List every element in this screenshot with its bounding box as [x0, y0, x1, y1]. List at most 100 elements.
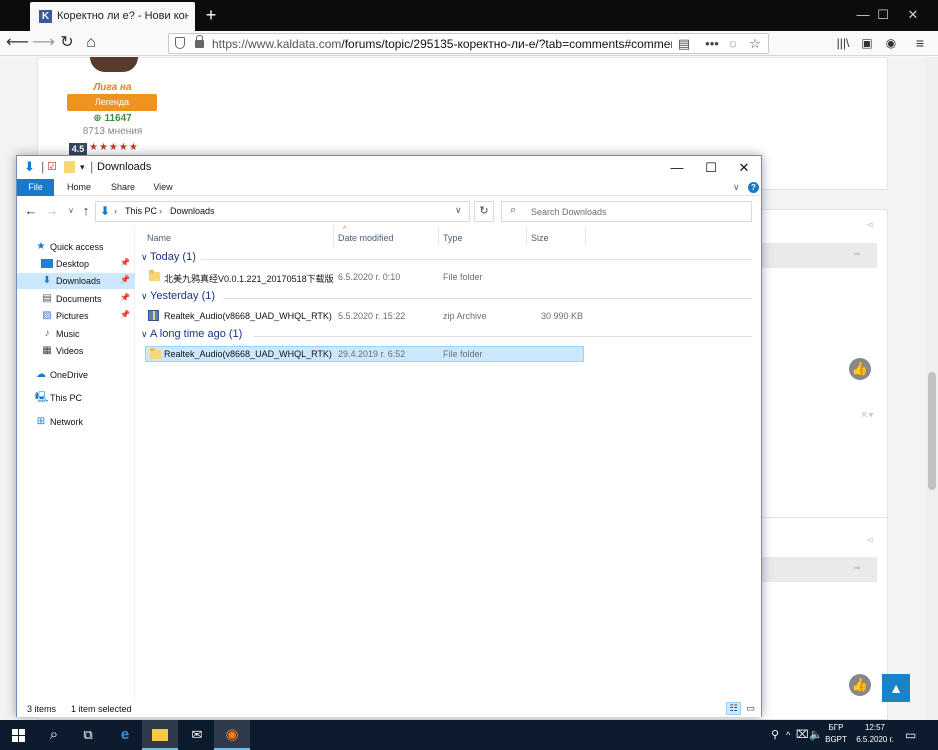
page-scrollbar[interactable]	[926, 57, 938, 720]
group-yesterday[interactable]: ∨ Yesterday (1)	[137, 290, 752, 306]
tab-file[interactable]: File	[17, 179, 54, 196]
column-date[interactable]: Date modified	[338, 233, 394, 243]
back-icon[interactable]: ⟵	[6, 33, 29, 53]
search-box[interactable]: ⌕ Search Downloads	[501, 201, 752, 222]
forward-icon[interactable]: ⟶	[32, 33, 55, 53]
address-bar[interactable]: ⬇ › This PC › Downloads ∨	[95, 201, 470, 222]
tracking-shield-icon[interactable]	[175, 37, 185, 49]
library-icon[interactable]: |||\	[832, 33, 854, 53]
lock-icon[interactable]	[195, 35, 204, 48]
expand-ribbon-icon[interactable]: ∨	[733, 179, 740, 196]
nav-videos[interactable]: ▦ Videos	[17, 343, 135, 359]
pocket-icon[interactable]: ◌	[723, 35, 743, 53]
breadcrumb-sep-icon[interactable]: ›	[159, 206, 162, 216]
sidebar-icon[interactable]: ▣	[856, 33, 878, 53]
mail-icon[interactable]: ✉	[179, 720, 215, 750]
collapse-chevron-icon[interactable]: ∨	[141, 252, 148, 263]
user-avatar[interactable]	[90, 57, 138, 72]
breadcrumb-downloads[interactable]: Downloads	[170, 206, 215, 216]
breadcrumb-this-pc[interactable]: This PC	[125, 206, 157, 216]
pin-icon[interactable]: 📌	[120, 258, 130, 267]
forward-icon[interactable]: →	[44, 203, 60, 219]
scroll-to-top-button[interactable]: ▲	[882, 674, 910, 702]
maximize-icon[interactable]: ☐	[694, 157, 728, 178]
language-indicator[interactable]: БГР BGPT	[823, 722, 849, 746]
address-dropdown-icon[interactable]: ∨	[455, 205, 462, 216]
breadcrumb-sep-icon[interactable]: ›	[114, 206, 117, 216]
column-divider[interactable]	[438, 226, 439, 246]
like-thumbs-icon[interactable]: 👍	[849, 674, 871, 696]
nav-downloads[interactable]: ⬇ Downloads 📌	[17, 273, 135, 289]
properties-check-icon[interactable]: ☑	[47, 160, 57, 174]
close-icon[interactable]: ✕	[727, 157, 761, 178]
clock[interactable]: 12:57 6.5.2020 г.	[854, 722, 896, 746]
tab-home[interactable]: Home	[61, 179, 97, 196]
url-bar[interactable]: https://www.kaldata.com/forums/topic/295…	[168, 33, 769, 54]
pin-icon[interactable]: 📌	[120, 310, 130, 319]
share-icon[interactable]: ⋖	[866, 220, 874, 231]
reload-icon[interactable]: ↻	[56, 33, 78, 53]
new-folder-icon[interactable]	[64, 161, 75, 173]
column-type[interactable]: Type	[443, 233, 463, 243]
show-hidden-icons-icon[interactable]: ^	[786, 730, 790, 740]
column-name[interactable]: Name	[147, 233, 171, 243]
column-divider[interactable]	[526, 226, 527, 246]
up-icon[interactable]: ↑	[78, 203, 94, 219]
nav-desktop[interactable]: Desktop 📌	[17, 256, 135, 272]
reply-arrow-icon[interactable]: ➦	[853, 563, 861, 574]
tab-share[interactable]: Share	[105, 179, 141, 196]
collapse-chevron-icon[interactable]: ∨	[141, 291, 148, 302]
nav-music[interactable]: ♪ Music	[17, 326, 135, 342]
task-view-icon[interactable]: ⧉	[70, 720, 106, 750]
notification-icon[interactable]: ▭	[905, 728, 916, 742]
share-icon[interactable]: ⋖	[866, 535, 874, 546]
column-divider[interactable]	[585, 226, 586, 246]
reply-arrow-icon[interactable]: ➦	[853, 249, 861, 260]
volume-icon[interactable]: 🔈	[809, 728, 823, 741]
file-row[interactable]: 北美九鸦真经V0.0.1.221_20170518下载版 6.5.2020 г.…	[145, 269, 584, 285]
customize-qat-icon[interactable]: ▾	[80, 160, 85, 174]
file-row[interactable]: Realtek_Audio(v8668_UAD_WHQL_RTK) 5.5.20…	[145, 308, 584, 324]
person-icon[interactable]: ⚲	[771, 728, 779, 741]
nav-documents[interactable]: ▤ Documents 📌	[17, 291, 135, 307]
close-icon[interactable]: ✕	[898, 5, 928, 25]
account-icon[interactable]: ◉	[880, 33, 902, 53]
tab-view[interactable]: View	[147, 179, 179, 196]
nav-this-pc[interactable]: 🖳 This PC	[17, 390, 135, 406]
new-tab-button[interactable]: +	[201, 5, 221, 25]
scrollbar-thumb[interactable]	[928, 372, 936, 490]
nav-network[interactable]: ⊞ Network	[17, 414, 135, 430]
refresh-icon[interactable]: ↻	[474, 201, 494, 222]
back-icon[interactable]: ←	[23, 203, 39, 219]
pin-icon[interactable]: 📌	[120, 275, 130, 284]
collapse-chevron-icon[interactable]: ∨	[141, 329, 148, 340]
edge-icon[interactable]: e	[107, 720, 143, 750]
start-button[interactable]	[0, 720, 36, 750]
maximize-icon[interactable]: ☐	[868, 5, 898, 25]
firefox-icon[interactable]: ◉	[214, 720, 250, 750]
help-icon[interactable]: ?	[748, 182, 759, 193]
file-row[interactable]: Realtek_Audio(v8668_UAD_WHQL_RTK) 29.4.2…	[145, 346, 584, 362]
recent-locations-icon[interactable]: ∨	[63, 203, 79, 219]
column-divider[interactable]	[333, 226, 334, 246]
nav-pictures[interactable]: ▨ Pictures 📌	[17, 308, 135, 324]
close-icon[interactable]: ✕▾	[860, 410, 873, 421]
search-icon[interactable]: ⌕	[36, 720, 72, 750]
group-today[interactable]: ∨ Today (1)	[137, 251, 752, 267]
menu-icon[interactable]: ≡	[909, 33, 931, 53]
nav-quick-access[interactable]: ★ Quick access	[17, 239, 135, 255]
bookmark-star-icon[interactable]: ☆	[745, 35, 765, 53]
file-explorer-taskbar-icon[interactable]	[142, 720, 178, 750]
network-tray-icon[interactable]: ⌧	[796, 728, 809, 741]
pin-icon[interactable]: 📌	[120, 293, 130, 302]
reader-view-icon[interactable]: ▤	[674, 35, 694, 53]
group-long-time-ago[interactable]: ∨ A long time ago (1)	[137, 328, 752, 344]
nav-onedrive[interactable]: ☁ OneDrive	[17, 367, 135, 383]
home-icon[interactable]: ⌂	[80, 33, 102, 53]
minimize-icon[interactable]: —	[660, 157, 694, 178]
more-actions-icon[interactable]: •••	[702, 35, 722, 53]
browser-tab[interactable]: K Коректно ли е? - Нови конфигурации	[30, 2, 195, 31]
large-icons-view-icon[interactable]: ▭	[743, 702, 758, 715]
like-thumbs-icon[interactable]: 👍	[849, 358, 871, 380]
url-text[interactable]: https://www.kaldata.com/forums/topic/295…	[212, 37, 672, 51]
